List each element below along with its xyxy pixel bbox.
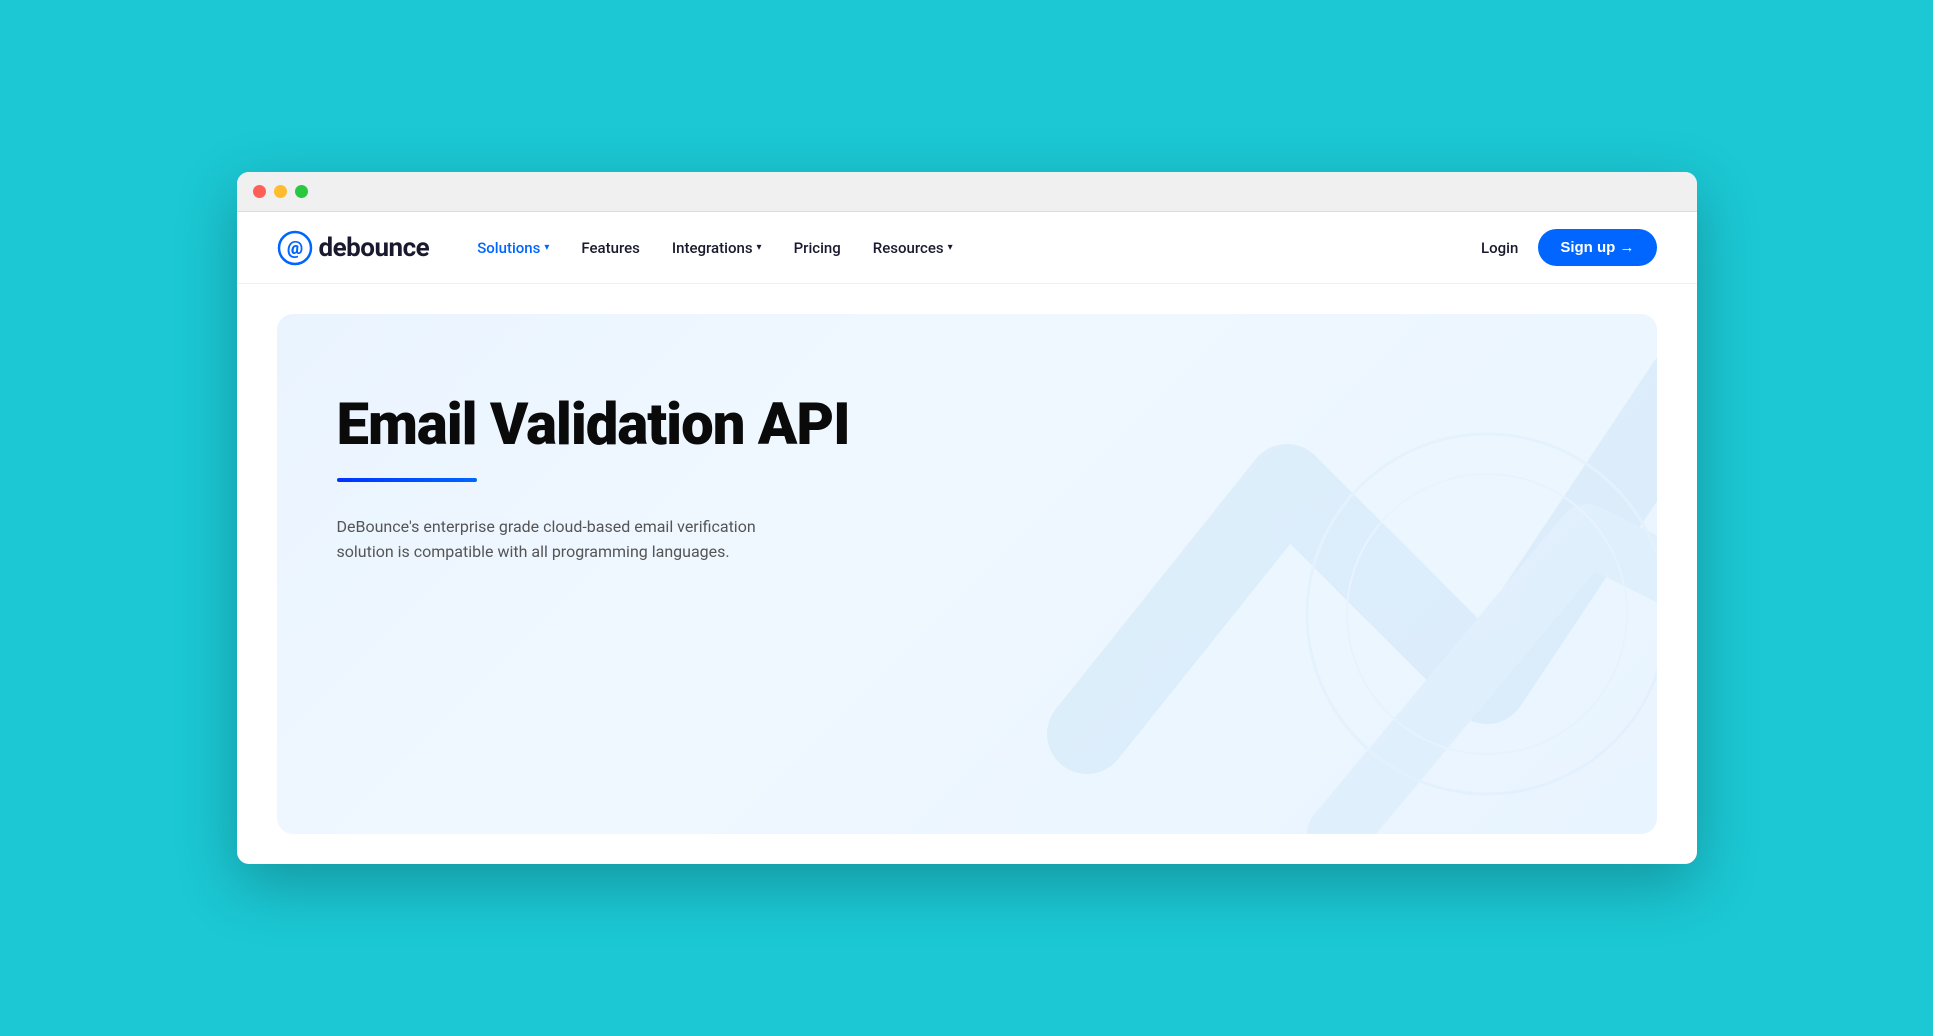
browser-content: @ debounce Solutions ▾ Features Integrat… xyxy=(237,212,1697,834)
login-button[interactable]: Login xyxy=(1481,239,1518,257)
logo-icon: @ xyxy=(277,230,313,266)
nav-features[interactable]: Features xyxy=(581,239,639,257)
browser-window: @ debounce Solutions ▾ Features Integrat… xyxy=(237,172,1697,864)
traffic-light-yellow[interactable] xyxy=(274,185,287,198)
browser-titlebar xyxy=(237,172,1697,212)
nav-pricing[interactable]: Pricing xyxy=(794,239,841,257)
nav-solutions[interactable]: Solutions ▾ xyxy=(477,239,549,257)
navbar: @ debounce Solutions ▾ Features Integrat… xyxy=(237,212,1697,284)
hero-underline xyxy=(337,478,477,482)
hero-content: Email Validation API DeBounce's enterpri… xyxy=(337,394,937,565)
nav-resources[interactable]: Resources ▾ xyxy=(873,239,953,257)
traffic-lights xyxy=(253,185,308,198)
hero-section: Email Validation API DeBounce's enterpri… xyxy=(277,314,1657,834)
nav-links: Solutions ▾ Features Integrations ▾ Pric… xyxy=(477,239,1481,257)
signup-button[interactable]: Sign up → xyxy=(1538,229,1656,266)
hero-background-decoration xyxy=(987,334,1657,834)
resources-chevron-icon: ▾ xyxy=(948,242,953,253)
solutions-chevron-icon: ▾ xyxy=(544,242,549,253)
logo[interactable]: @ debounce xyxy=(277,230,430,266)
hero-title: Email Validation API xyxy=(337,394,937,458)
svg-text:@: @ xyxy=(286,238,302,259)
nav-actions: Login Sign up → xyxy=(1481,229,1656,266)
logo-text: debounce xyxy=(319,233,430,263)
traffic-light-green[interactable] xyxy=(295,185,308,198)
traffic-light-red[interactable] xyxy=(253,185,266,198)
integrations-chevron-icon: ▾ xyxy=(757,242,762,253)
hero-description: DeBounce's enterprise grade cloud-based … xyxy=(337,514,817,565)
nav-integrations[interactable]: Integrations ▾ xyxy=(672,239,762,257)
